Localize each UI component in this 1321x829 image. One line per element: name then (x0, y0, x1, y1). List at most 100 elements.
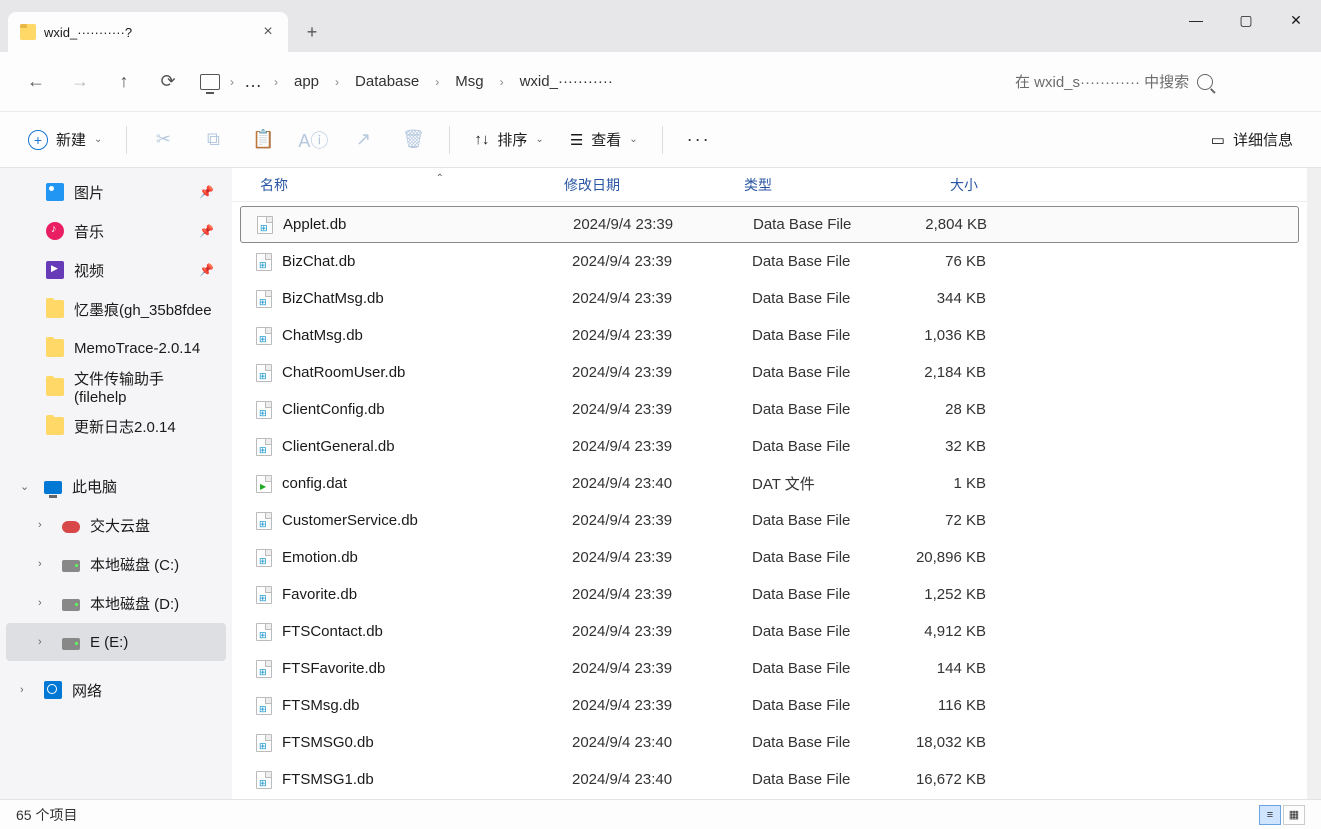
view-button[interactable]: ☰ 查看 ⌄ (560, 123, 648, 156)
file-row[interactable]: BizChatMsg.db 2024/9/4 23:39 Data Base F… (240, 280, 1299, 317)
share-button[interactable]: ↗ (341, 120, 385, 160)
disk-icon (62, 560, 80, 572)
file-row[interactable]: FTSMSG1.db 2024/9/4 23:40 Data Base File… (240, 761, 1299, 798)
separator (662, 126, 663, 154)
chevron-right-icon[interactable]: › (38, 558, 42, 570)
file-row[interactable]: Applet.db 2024/9/4 23:39 Data Base File … (240, 206, 1299, 243)
sort-button[interactable]: ↑↓ 排序 ⌄ (464, 123, 553, 156)
sidebar-item-忆墨痕(gh_35b8fdee[interactable]: 忆墨痕(gh_35b8fdee (6, 290, 226, 328)
chevron-right-icon: › (435, 75, 439, 89)
file-row[interactable]: Favorite.db 2024/9/4 23:39 Data Base Fil… (240, 576, 1299, 613)
chevron-right-icon[interactable]: › (20, 684, 24, 696)
file-row[interactable]: FTSMSG0.db 2024/9/4 23:40 Data Base File… (240, 724, 1299, 761)
up-button[interactable]: ↑ (104, 62, 144, 102)
search-input[interactable]: 在 wxid_s············ 中搜索 (1005, 63, 1305, 101)
file-size: 76 KB (902, 253, 1002, 270)
file-name: FTSMSG0.db (282, 734, 374, 751)
delete-button[interactable]: 🗑 (391, 120, 435, 160)
column-name-header[interactable]: 名称 ⌃ (244, 175, 564, 195)
file-size: 18,032 KB (902, 734, 1002, 751)
sidebar-network[interactable]: › 网络 (6, 671, 226, 709)
file-name: Emotion.db (282, 549, 358, 566)
sidebar-item-音乐[interactable]: 音乐📌 (6, 212, 226, 250)
pin-icon: 📌 (199, 224, 214, 238)
close-window-button[interactable]: ✕ (1271, 0, 1321, 40)
file-row[interactable]: FTSMsg.db 2024/9/4 23:39 Data Base File … (240, 687, 1299, 724)
file-row[interactable]: ClientConfig.db 2024/9/4 23:39 Data Base… (240, 391, 1299, 428)
details-view-toggle[interactable]: ≡ (1259, 805, 1281, 825)
file-name: CustomerService.db (282, 512, 418, 529)
file-row[interactable]: Emotion.db 2024/9/4 23:39 Data Base File… (240, 539, 1299, 576)
sidebar-drive-交大云盘[interactable]: ›交大云盘 (6, 506, 226, 544)
file-date: 2024/9/4 23:39 (572, 327, 752, 344)
column-headers: 名称 ⌃ 修改日期 类型 大小 (232, 168, 1307, 202)
column-date-header[interactable]: 修改日期 (564, 175, 744, 195)
file-row[interactable]: FTSFavorite.db 2024/9/4 23:39 Data Base … (240, 650, 1299, 687)
forward-button[interactable]: → (60, 62, 100, 102)
file-date: 2024/9/4 23:39 (572, 512, 752, 529)
file-row[interactable]: FTSContact.db 2024/9/4 23:39 Data Base F… (240, 613, 1299, 650)
scrollbar[interactable] (1307, 168, 1321, 799)
chevron-right-icon[interactable]: › (38, 519, 42, 531)
file-date: 2024/9/4 23:39 (572, 623, 752, 640)
file-size: 144 KB (902, 660, 1002, 677)
maximize-button[interactable]: ▢ (1221, 0, 1271, 40)
sidebar-drive-E (E:)[interactable]: ›E (E:) (6, 623, 226, 661)
close-tab-icon[interactable]: × (260, 24, 276, 40)
copy-button[interactable]: ⧉ (191, 120, 235, 160)
refresh-button[interactable]: ⟳ (148, 62, 188, 102)
paste-button[interactable]: 📋 (241, 120, 285, 160)
sidebar-item-更新日志2.0.14[interactable]: 更新日志2.0.14 (6, 407, 226, 445)
file-icon (256, 475, 272, 493)
file-row[interactable]: ChatRoomUser.db 2024/9/4 23:39 Data Base… (240, 354, 1299, 391)
file-icon (256, 512, 272, 530)
breadcrumb-item[interactable]: Database (349, 69, 425, 94)
minimize-button[interactable]: — (1171, 0, 1221, 40)
view-label: 查看 (591, 129, 621, 150)
chevron-right-icon[interactable]: › (38, 597, 42, 609)
sidebar-item-label: 网络 (72, 680, 102, 701)
video-icon (46, 261, 64, 279)
folder-icon (46, 339, 64, 357)
breadcrumb[interactable]: › … › app › Database › Msg › wxid_······… (192, 62, 1001, 102)
chevron-right-icon[interactable]: › (38, 636, 42, 648)
file-size: 20,896 KB (902, 549, 1002, 566)
new-tab-button[interactable]: + (294, 14, 330, 50)
window-tab[interactable]: wxid_···········? × (8, 12, 288, 52)
sidebar-item-图片[interactable]: 图片📌 (6, 173, 226, 211)
file-icon (256, 438, 272, 456)
rename-button[interactable]: Aⓘ (291, 120, 335, 160)
details-pane-button[interactable]: ▭ 详细信息 (1201, 123, 1303, 156)
file-row[interactable]: ClientGeneral.db 2024/9/4 23:39 Data Bas… (240, 428, 1299, 465)
sidebar-item-MemoTrace-2.0.14[interactable]: MemoTrace-2.0.14 (6, 329, 226, 367)
icons-view-toggle[interactable]: ▦ (1283, 805, 1305, 825)
file-row[interactable]: ChatMsg.db 2024/9/4 23:39 Data Base File… (240, 317, 1299, 354)
breadcrumb-overflow[interactable]: … (244, 71, 264, 92)
chevron-down-icon[interactable]: ⌄ (20, 480, 29, 493)
sidebar-item-视频[interactable]: 视频📌 (6, 251, 226, 289)
sidebar-item-文件传输助手(filehelp[interactable]: 文件传输助手(filehelp (6, 368, 226, 406)
cut-button[interactable]: ✂ (141, 120, 185, 160)
file-name: FTSMsg.db (282, 697, 360, 714)
breadcrumb-item[interactable]: Msg (449, 69, 489, 94)
sidebar-item-label: 忆墨痕(gh_35b8fdee (74, 299, 212, 320)
file-date: 2024/9/4 23:39 (572, 697, 752, 714)
file-date: 2024/9/4 23:39 (572, 290, 752, 307)
sidebar-this-pc[interactable]: ⌄此电脑 (6, 467, 226, 505)
file-row[interactable]: BizChat.db 2024/9/4 23:39 Data Base File… (240, 243, 1299, 280)
file-row[interactable]: CustomerService.db 2024/9/4 23:39 Data B… (240, 502, 1299, 539)
new-button[interactable]: + 新建 ⌄ (18, 123, 112, 156)
breadcrumb-item[interactable]: wxid_··········· (514, 69, 619, 94)
breadcrumb-item[interactable]: app (288, 69, 325, 94)
column-type-header[interactable]: 类型 (744, 175, 894, 195)
more-button[interactable]: ··· (677, 120, 721, 160)
sidebar-item-label: 文件传输助手(filehelp (74, 368, 212, 406)
column-size-header[interactable]: 大小 (894, 175, 994, 195)
file-row[interactable]: config.dat 2024/9/4 23:40 DAT 文件 1 KB (240, 465, 1299, 502)
file-date: 2024/9/4 23:40 (572, 734, 752, 751)
sidebar-drive-本地磁盘 (D:)[interactable]: ›本地磁盘 (D:) (6, 584, 226, 622)
sidebar-drive-本地磁盘 (C:)[interactable]: ›本地磁盘 (C:) (6, 545, 226, 583)
file-type: Data Base File (752, 364, 902, 381)
file-icon (256, 623, 272, 641)
back-button[interactable]: ← (16, 62, 56, 102)
